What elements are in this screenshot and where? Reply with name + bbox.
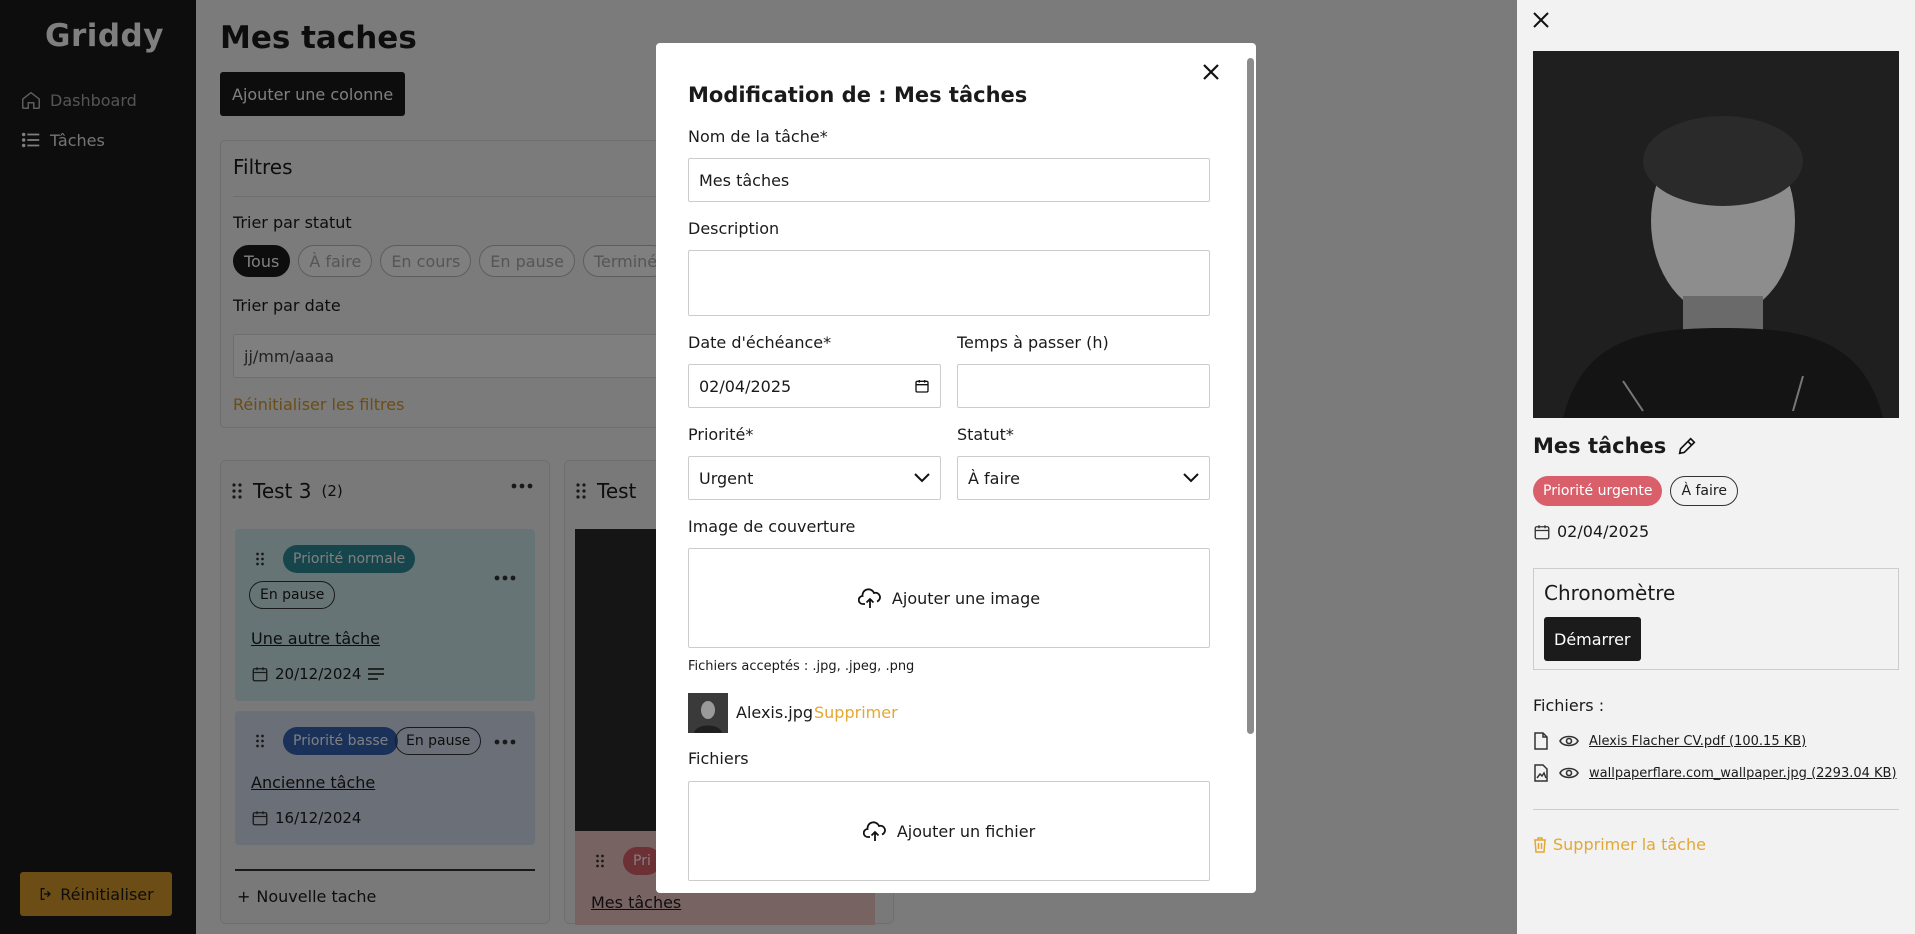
delete-task-button[interactable]: Supprimer la tâche bbox=[1533, 835, 1706, 854]
priority-value: Urgent bbox=[699, 468, 754, 488]
trash-icon bbox=[1533, 836, 1547, 853]
eye-icon[interactable] bbox=[1559, 766, 1579, 780]
description-label: Description bbox=[688, 219, 780, 238]
task-name-label: Nom de la tâche* bbox=[688, 127, 828, 146]
image-file-name: Alexis.jpg bbox=[736, 703, 814, 722]
status-select[interactable]: À faire bbox=[957, 456, 1210, 500]
divider bbox=[1533, 809, 1899, 810]
file-icon bbox=[1533, 732, 1549, 750]
task-due-date: 02/04/2025 bbox=[1533, 522, 1649, 541]
delete-task-label: Supprimer la tâche bbox=[1553, 835, 1706, 854]
time-label: Temps à passer (h) bbox=[957, 333, 1109, 352]
files-label: Fichiers : bbox=[1533, 696, 1605, 715]
status-badge: À faire bbox=[1670, 476, 1738, 506]
close-icon[interactable] bbox=[1533, 12, 1549, 28]
pencil-icon[interactable] bbox=[1676, 435, 1698, 457]
file-upload-zone[interactable]: Ajouter un fichier bbox=[688, 781, 1210, 881]
image-thumbnail bbox=[688, 693, 728, 733]
due-date-input[interactable]: 02/04/2025 bbox=[688, 364, 941, 408]
start-button[interactable]: Démarrer bbox=[1544, 617, 1641, 661]
image-upload-zone[interactable]: Ajouter une image bbox=[688, 548, 1210, 648]
files-label: Fichiers bbox=[688, 749, 749, 768]
cover-image bbox=[1533, 51, 1899, 418]
priority-label: Priorité* bbox=[688, 425, 754, 444]
modal-scrollbar[interactable] bbox=[1247, 58, 1254, 734]
due-date-value: 02/04/2025 bbox=[699, 376, 792, 396]
accepted-files-hint: Fichiers acceptés : .jpg, .jpeg, .png bbox=[688, 659, 915, 674]
add-file-label: Ajouter un fichier bbox=[896, 821, 1036, 841]
due-date-text: 02/04/2025 bbox=[1557, 522, 1650, 541]
chevron-down-icon bbox=[1183, 473, 1199, 483]
task-badges: Priorité urgente À faire bbox=[1533, 476, 1738, 506]
file-item: Alexis Flacher CV.pdf (100.15 KB) bbox=[1533, 732, 1806, 750]
due-date-label: Date d'échéance* bbox=[688, 333, 832, 352]
task-detail-panel: Mes tâches Priorité urgente À faire 02/0… bbox=[1517, 0, 1915, 934]
time-input[interactable] bbox=[957, 364, 1210, 408]
stopwatch-box: Chronomètre Démarrer bbox=[1533, 568, 1899, 670]
task-title-text: Mes tâches bbox=[1533, 434, 1667, 458]
calendar-icon[interactable] bbox=[914, 378, 930, 394]
task-title: Mes tâches bbox=[1533, 434, 1698, 458]
modal-title: Modification de : Mes tâches bbox=[688, 83, 1028, 107]
upload-icon bbox=[857, 587, 882, 609]
stopwatch-title: Chronomètre bbox=[1544, 581, 1676, 605]
priority-badge: Priorité urgente bbox=[1533, 476, 1663, 506]
priority-select[interactable]: Urgent bbox=[688, 456, 941, 500]
cover-image-label: Image de couverture bbox=[688, 517, 856, 536]
chevron-down-icon bbox=[914, 473, 930, 483]
task-name-input[interactable]: Mes tâches bbox=[688, 158, 1210, 202]
calendar-icon bbox=[1533, 523, 1551, 541]
edit-task-modal: Modification de : Mes tâches Nom de la t… bbox=[656, 43, 1256, 893]
upload-icon bbox=[862, 820, 887, 842]
eye-icon[interactable] bbox=[1559, 734, 1579, 748]
status-label: Statut* bbox=[957, 425, 1014, 444]
close-icon[interactable] bbox=[1202, 63, 1220, 81]
file-link[interactable]: Alexis Flacher CV.pdf (100.15 KB) bbox=[1589, 734, 1806, 749]
description-textarea[interactable] bbox=[688, 250, 1210, 316]
image-file-icon bbox=[1533, 764, 1549, 782]
add-image-label: Ajouter une image bbox=[891, 588, 1041, 608]
file-item: wallpaperflare.com_wallpaper.jpg (2293.0… bbox=[1533, 764, 1897, 782]
file-link[interactable]: wallpaperflare.com_wallpaper.jpg (2293.0… bbox=[1589, 766, 1897, 781]
delete-image-link[interactable]: Supprimer bbox=[814, 703, 898, 722]
status-value: À faire bbox=[968, 468, 1020, 488]
